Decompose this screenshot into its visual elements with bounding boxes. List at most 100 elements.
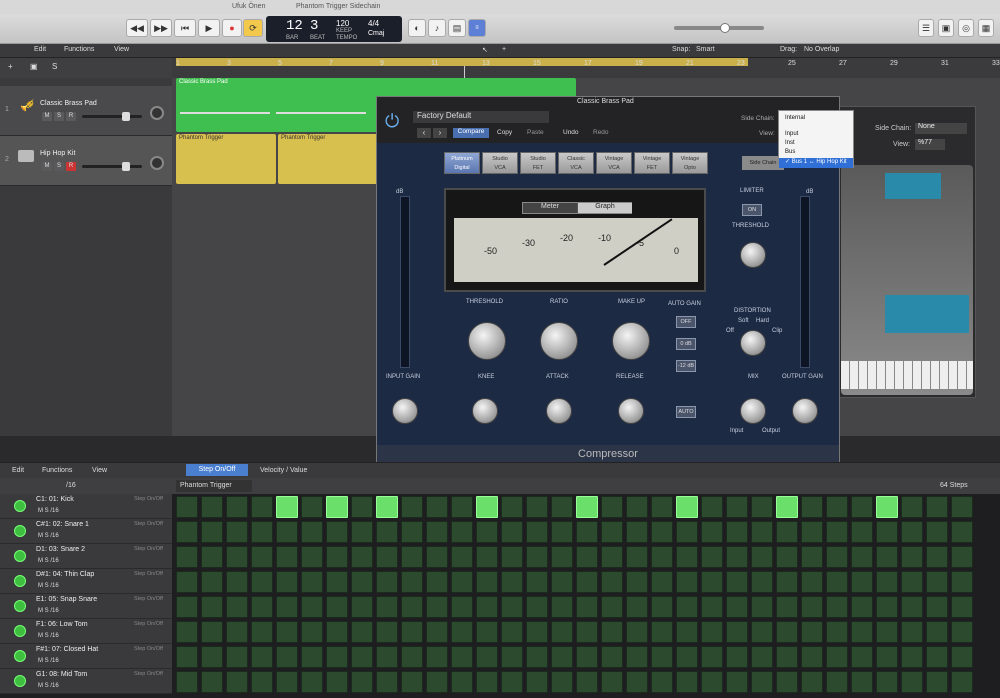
step-cell[interactable] xyxy=(476,646,498,668)
row-mute-solo[interactable]: M S /16 xyxy=(38,533,59,539)
step-cell[interactable] xyxy=(401,621,423,643)
step-cell[interactable] xyxy=(251,496,273,518)
step-cell[interactable] xyxy=(876,596,898,618)
step-cell[interactable] xyxy=(176,621,198,643)
step-cell[interactable] xyxy=(501,571,523,593)
step-cell[interactable] xyxy=(901,496,923,518)
step-cell[interactable] xyxy=(701,646,723,668)
global-tracks-icon[interactable]: ▣ xyxy=(30,62,38,71)
solo-button[interactable]: S xyxy=(54,162,64,171)
loops-icon[interactable]: ◎ xyxy=(958,19,974,37)
step-cell[interactable] xyxy=(176,571,198,593)
step-cell[interactable] xyxy=(751,646,773,668)
step-cell[interactable] xyxy=(576,646,598,668)
step-cell[interactable] xyxy=(251,546,273,568)
row-mute-solo[interactable]: M S /16 xyxy=(38,658,59,664)
step-cell[interactable] xyxy=(626,621,648,643)
step-cell[interactable] xyxy=(326,546,348,568)
step-cell[interactable] xyxy=(851,646,873,668)
step-cell[interactable] xyxy=(651,571,673,593)
step-cell[interactable] xyxy=(476,546,498,568)
step-cell[interactable] xyxy=(801,546,823,568)
step-cell[interactable] xyxy=(501,596,523,618)
pointer-tool-icon[interactable]: ↖ xyxy=(482,46,488,54)
step-cell[interactable] xyxy=(551,596,573,618)
step-cell[interactable] xyxy=(601,546,623,568)
step-cell[interactable] xyxy=(851,621,873,643)
step-cell[interactable] xyxy=(201,496,223,518)
step-cell[interactable] xyxy=(251,621,273,643)
attack-knob[interactable] xyxy=(546,398,572,424)
step-cell[interactable] xyxy=(401,571,423,593)
dropdown-internal[interactable]: Internal xyxy=(785,115,805,121)
knee-knob[interactable] xyxy=(472,398,498,424)
step-cell[interactable] xyxy=(676,621,698,643)
step-cell[interactable] xyxy=(226,671,248,693)
step-cell[interactable] xyxy=(301,546,323,568)
solo-icon[interactable]: ≡ xyxy=(468,19,486,37)
step-cell[interactable] xyxy=(301,496,323,518)
step-row-header[interactable]: D#1: 04: Thin Clap Step On/Off M S /16 xyxy=(0,569,172,594)
step-cell[interactable] xyxy=(451,671,473,693)
step-cell[interactable] xyxy=(176,596,198,618)
step-cell[interactable] xyxy=(651,621,673,643)
record-enable-button[interactable]: R xyxy=(66,162,76,171)
pattern-name[interactable]: Phantom Trigger xyxy=(176,480,252,492)
step-cell[interactable] xyxy=(201,671,223,693)
release-knob[interactable] xyxy=(618,398,644,424)
step-cell[interactable] xyxy=(826,646,848,668)
back-sidechain-select[interactable]: None xyxy=(915,123,967,134)
step-cell[interactable] xyxy=(701,546,723,568)
row-mute-solo[interactable]: M S /16 xyxy=(38,583,59,589)
step-cell[interactable] xyxy=(576,571,598,593)
step-cell[interactable] xyxy=(526,596,548,618)
step-cell[interactable] xyxy=(876,496,898,518)
step-cell[interactable] xyxy=(276,646,298,668)
flex-icon[interactable]: S xyxy=(52,62,57,71)
master-volume-slider[interactable] xyxy=(674,23,764,33)
row-mute-solo[interactable]: M S /16 xyxy=(38,683,59,689)
step-cell[interactable] xyxy=(301,671,323,693)
input-gain-knob[interactable] xyxy=(392,398,418,424)
step-cell[interactable] xyxy=(226,496,248,518)
step-cell[interactable] xyxy=(876,646,898,668)
limiter-on-button[interactable]: ON xyxy=(742,204,762,216)
step-cell[interactable] xyxy=(426,571,448,593)
step-cell[interactable] xyxy=(376,496,398,518)
step-cell[interactable] xyxy=(701,571,723,593)
step-cell[interactable] xyxy=(876,571,898,593)
step-cell[interactable] xyxy=(376,571,398,593)
step-cell[interactable] xyxy=(751,596,773,618)
row-on-toggle[interactable] xyxy=(14,650,26,662)
step-cell[interactable] xyxy=(476,596,498,618)
mode-step-onoff[interactable]: Step On/Off xyxy=(186,464,248,476)
step-cell[interactable] xyxy=(726,646,748,668)
step-cell[interactable] xyxy=(776,621,798,643)
step-cell[interactable] xyxy=(626,671,648,693)
step-cell[interactable] xyxy=(851,571,873,593)
cycle-button[interactable]: ⟳ xyxy=(243,19,263,37)
step-cell[interactable] xyxy=(551,521,573,543)
step-cell[interactable] xyxy=(901,546,923,568)
circuit-type-button[interactable]: Vintage Opto xyxy=(672,152,708,174)
compare-button[interactable]: Compare xyxy=(453,128,489,138)
copy-button[interactable]: Copy xyxy=(497,129,512,136)
step-cell[interactable] xyxy=(601,596,623,618)
step-cell[interactable] xyxy=(476,521,498,543)
volume-fader[interactable] xyxy=(82,162,142,171)
step-cell[interactable] xyxy=(951,671,973,693)
step-cell[interactable] xyxy=(826,596,848,618)
pencil-tool-icon[interactable]: + xyxy=(502,46,506,53)
step-cell[interactable] xyxy=(351,521,373,543)
step-cell[interactable] xyxy=(776,596,798,618)
step-cell[interactable] xyxy=(351,621,373,643)
step-cell[interactable] xyxy=(726,596,748,618)
step-cell[interactable] xyxy=(276,671,298,693)
add-track-icon[interactable]: + xyxy=(8,62,13,71)
undo-button[interactable]: Undo xyxy=(563,129,579,136)
step-cell[interactable] xyxy=(826,496,848,518)
step-cell[interactable] xyxy=(326,496,348,518)
back-view-select[interactable]: %77 xyxy=(915,139,945,150)
step-cell[interactable] xyxy=(526,621,548,643)
step-cell[interactable] xyxy=(601,571,623,593)
